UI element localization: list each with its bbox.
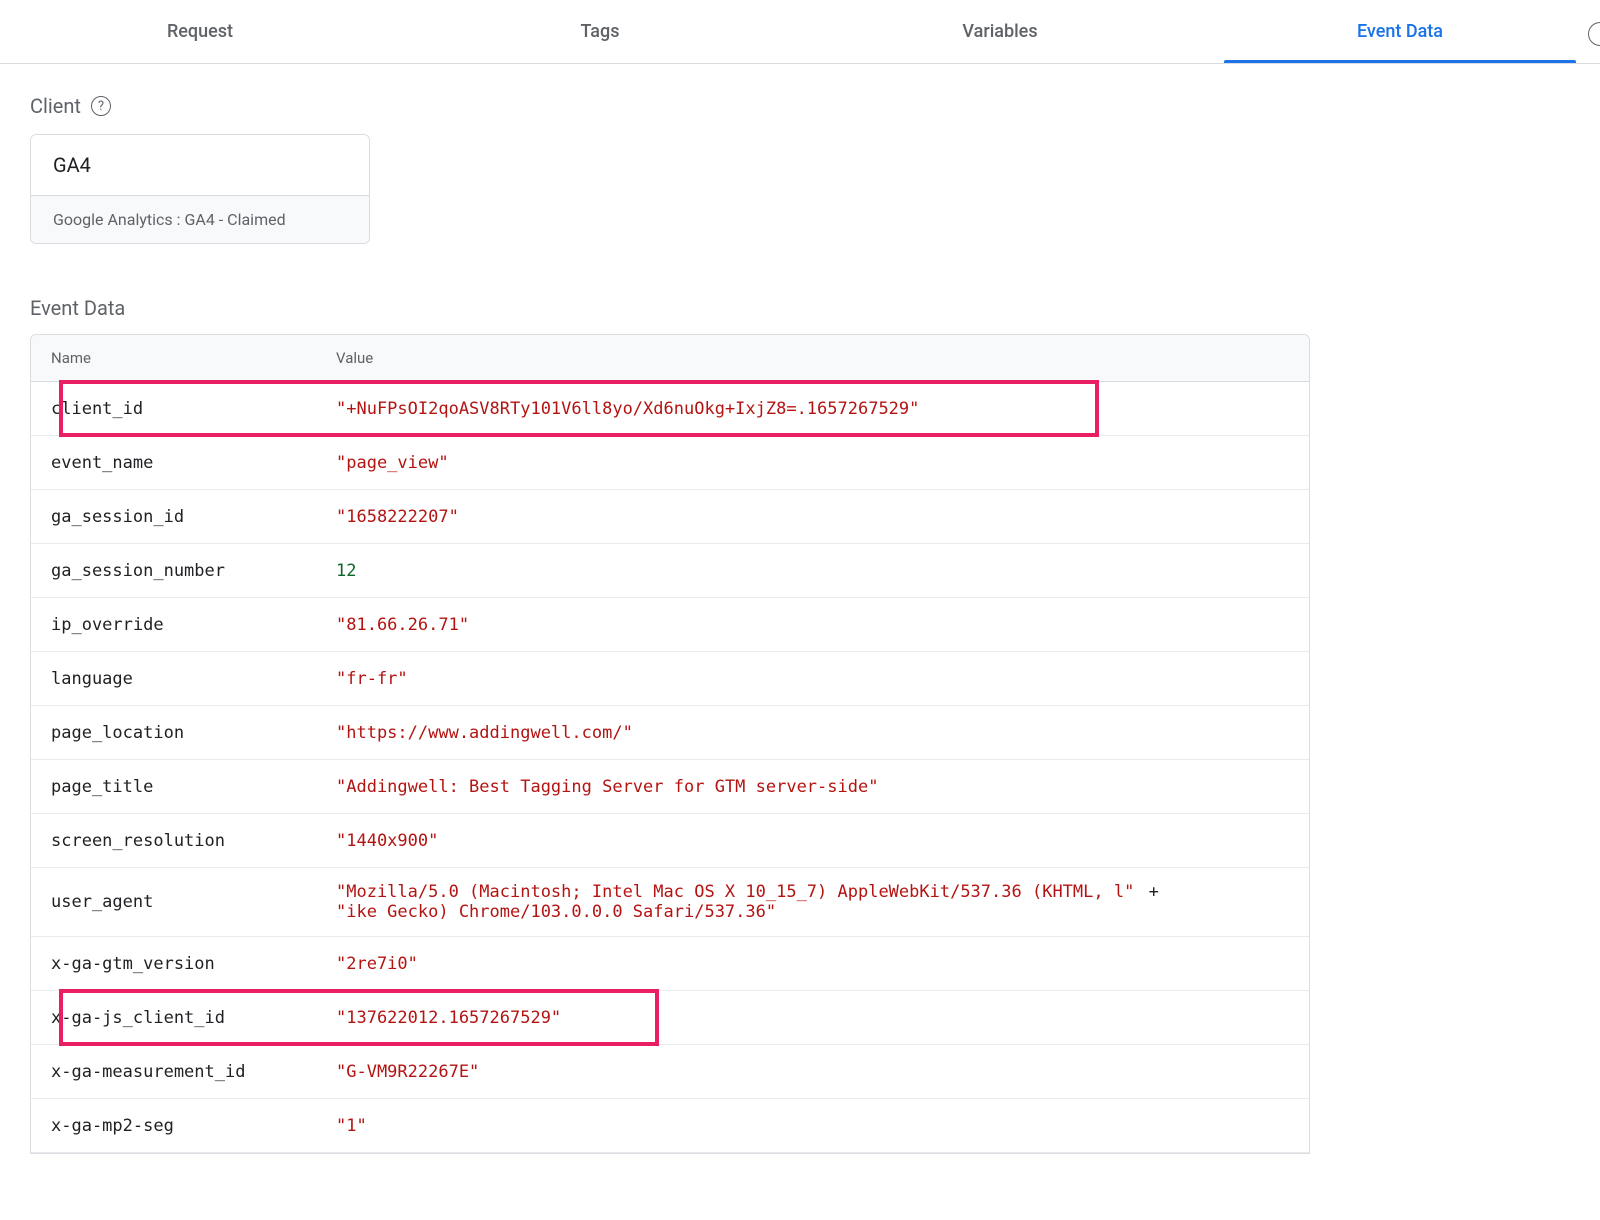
row-value: 12: [336, 561, 1289, 581]
row-value: "1658222207": [336, 507, 1289, 527]
help-icon[interactable]: ?: [91, 96, 111, 116]
client-name: GA4: [31, 135, 369, 195]
row-name: x-ga-js_client_id: [51, 1008, 336, 1028]
tab-tags[interactable]: Tags: [400, 0, 800, 63]
row-name: page_location: [51, 723, 336, 743]
row-name: language: [51, 669, 336, 689]
table-row[interactable]: user_agent"Mozilla/5.0 (Macintosh; Intel…: [31, 868, 1309, 937]
row-value: "page_view": [336, 453, 1289, 473]
row-value: "1": [336, 1116, 1289, 1136]
table-row[interactable]: event_name"page_view": [31, 436, 1309, 490]
row-name: event_name: [51, 453, 336, 473]
row-value: "137622012.1657267529": [336, 1008, 1289, 1028]
row-name: page_title: [51, 777, 336, 797]
row-value: "Mozilla/5.0 (Macintosh; Intel Mac OS X …: [336, 882, 1289, 922]
table-row[interactable]: x-ga-gtm_version"2re7i0": [31, 937, 1309, 991]
tabs-bar: RequestTagsVariablesEvent Data: [0, 0, 1600, 64]
row-value: "1440x900": [336, 831, 1289, 851]
row-name: x-ga-measurement_id: [51, 1062, 336, 1082]
table-header: Name Value: [31, 335, 1309, 382]
client-subtitle: Google Analytics : GA4 - Claimed: [31, 195, 369, 243]
row-name: client_id: [51, 399, 336, 419]
table-row[interactable]: x-ga-mp2-seg"1": [31, 1099, 1309, 1153]
row-value: "81.66.26.71": [336, 615, 1289, 635]
event-data-table: Name Value client_id"+NuFPsOI2qoASV8RTy1…: [30, 334, 1310, 1154]
client-card[interactable]: GA4 Google Analytics : GA4 - Claimed: [30, 134, 370, 244]
tab-event-data[interactable]: Event Data: [1200, 0, 1600, 63]
row-name: screen_resolution: [51, 831, 336, 851]
table-row[interactable]: x-ga-measurement_id"G-VM9R22267E": [31, 1045, 1309, 1099]
table-row[interactable]: page_location"https://www.addingwell.com…: [31, 706, 1309, 760]
row-value: "+NuFPsOI2qoASV8RTy101V6ll8yo/Xd6nuOkg+I…: [336, 399, 1289, 419]
table-row[interactable]: ga_session_id"1658222207": [31, 490, 1309, 544]
row-name: user_agent: [51, 892, 336, 912]
col-name-header: Name: [51, 349, 336, 367]
tab-variables[interactable]: Variables: [800, 0, 1200, 63]
row-name: ip_override: [51, 615, 336, 635]
client-label-text: Client: [30, 94, 81, 118]
row-value: "Addingwell: Best Tagging Server for GTM…: [336, 777, 1289, 797]
col-value-header: Value: [336, 349, 1289, 367]
row-name: x-ga-gtm_version: [51, 954, 336, 974]
table-row[interactable]: ga_session_number12: [31, 544, 1309, 598]
row-value: "G-VM9R22267E": [336, 1062, 1289, 1082]
table-row[interactable]: page_title"Addingwell: Best Tagging Serv…: [31, 760, 1309, 814]
table-row[interactable]: client_id"+NuFPsOI2qoASV8RTy101V6ll8yo/X…: [31, 382, 1309, 436]
row-name: ga_session_id: [51, 507, 336, 527]
client-section-label: Client ?: [30, 94, 1570, 118]
table-row[interactable]: language"fr-fr": [31, 652, 1309, 706]
table-row[interactable]: ip_override"81.66.26.71": [31, 598, 1309, 652]
table-row[interactable]: screen_resolution"1440x900": [31, 814, 1309, 868]
tab-request[interactable]: Request: [0, 0, 400, 63]
row-value: "https://www.addingwell.com/": [336, 723, 1289, 743]
row-value: "2re7i0": [336, 954, 1289, 974]
row-name: ga_session_number: [51, 561, 336, 581]
row-name: x-ga-mp2-seg: [51, 1116, 336, 1136]
content-area: Client ? GA4 Google Analytics : GA4 - Cl…: [0, 64, 1600, 1154]
event-data-label: Event Data: [30, 296, 1570, 320]
table-row[interactable]: x-ga-js_client_id"137622012.1657267529": [31, 991, 1309, 1045]
row-value: "fr-fr": [336, 669, 1289, 689]
